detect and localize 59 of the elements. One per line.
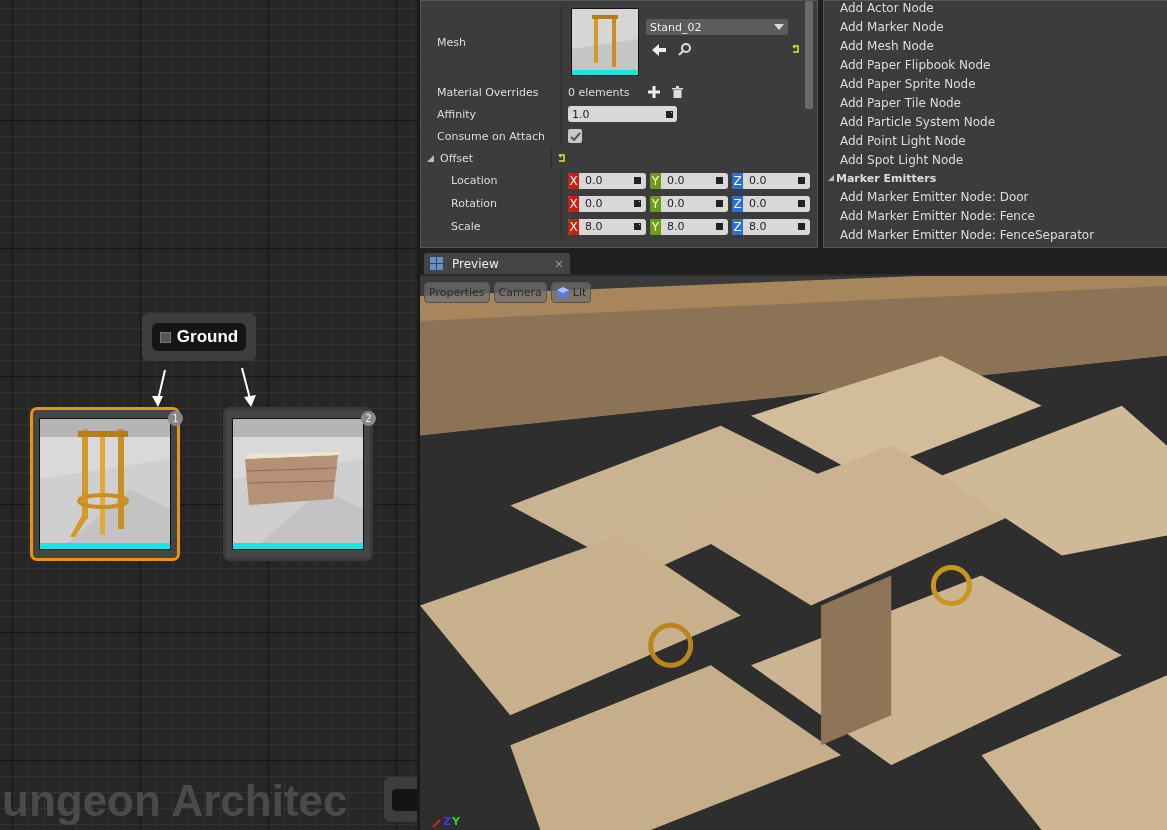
search-icon[interactable]	[678, 43, 691, 56]
palette-item[interactable]: Add Marker Emitter Node: FenceSeparator	[824, 225, 1167, 244]
palette-item[interactable]: Add Marker Emitter Node: Fence	[824, 206, 1167, 225]
grid-icon	[430, 256, 444, 271]
mesh-dropdown[interactable]: Stand_02	[646, 19, 788, 35]
ground-node[interactable]: Ground	[142, 313, 256, 361]
palette-item[interactable]: Add Spot Light Node	[824, 150, 1167, 169]
section-toggle[interactable]: Offset	[421, 147, 552, 169]
palette-item[interactable]: Add Mesh Node	[824, 36, 1167, 55]
trash-icon[interactable]	[671, 86, 683, 98]
property-label: Rotation	[421, 192, 562, 215]
property-label: Consume on Attach	[421, 125, 562, 147]
axis-icon	[432, 816, 442, 828]
connector-arrow	[241, 367, 256, 407]
property-label: Scale	[421, 215, 562, 238]
property-label: Mesh	[421, 5, 562, 79]
axis-label: Y	[452, 815, 460, 828]
preview-tab[interactable]: Preview ×	[424, 253, 570, 274]
vector-field[interactable]: Z 8.0	[732, 218, 810, 235]
add-icon[interactable]	[647, 86, 660, 98]
graph-node[interactable]	[384, 777, 417, 822]
cube-icon	[555, 285, 570, 300]
checkbox[interactable]	[568, 129, 582, 143]
scrollbar[interactable]	[805, 1, 813, 109]
reset-icon[interactable]	[558, 154, 566, 162]
palette-item[interactable]: Add Point Light Node	[824, 131, 1167, 150]
reset-icon[interactable]	[792, 45, 800, 53]
vector-field[interactable]: Z 0.0	[732, 172, 810, 189]
triangle-icon	[828, 175, 834, 181]
palette-item[interactable]: Add Particle System Node	[824, 112, 1167, 131]
affinity-field[interactable]: 1.0	[568, 106, 677, 122]
category-header[interactable]: Marker Emitters	[824, 169, 1167, 187]
connector-arrow	[152, 369, 166, 407]
property-label: Affinity	[421, 103, 562, 125]
ground-label: Ground	[151, 323, 247, 351]
vector-field[interactable]: X 0.0	[568, 172, 646, 189]
arrow-left-icon[interactable]	[652, 43, 666, 56]
node-icon	[159, 331, 171, 343]
vector-field[interactable]: Y 0.0	[650, 195, 728, 212]
close-button[interactable]: ×	[553, 256, 564, 271]
palette-item[interactable]: Add Marker Emitter Node: Door	[824, 187, 1167, 206]
property-label: Material Overrides	[421, 81, 562, 103]
index-badge: 1	[168, 411, 183, 426]
palette-item[interactable]: Add Paper Flipbook Node	[824, 55, 1167, 74]
vector-field[interactable]: Z 0.0	[732, 195, 810, 212]
vector-field[interactable]: Y 0.0	[650, 172, 728, 189]
caret-icon	[774, 24, 784, 30]
vector-field[interactable]: Y 8.0	[650, 218, 728, 235]
palette-item[interactable]: Add Paper Sprite Node	[824, 74, 1167, 93]
property-label: Location	[421, 169, 562, 192]
palette-item[interactable]: Add Paper Tile Node	[824, 93, 1167, 112]
triangle-icon	[427, 154, 434, 162]
vector-field[interactable]: X 8.0	[568, 218, 646, 235]
axis-label: Z	[443, 815, 451, 828]
palette-item[interactable]: Add Marker Node	[824, 17, 1167, 36]
vector-field[interactable]: X 0.0	[568, 195, 646, 212]
element-count: 0 elements	[568, 85, 630, 99]
index-badge: 2	[361, 411, 376, 426]
palette-item[interactable]: Add Actor Node	[824, 1, 1167, 17]
